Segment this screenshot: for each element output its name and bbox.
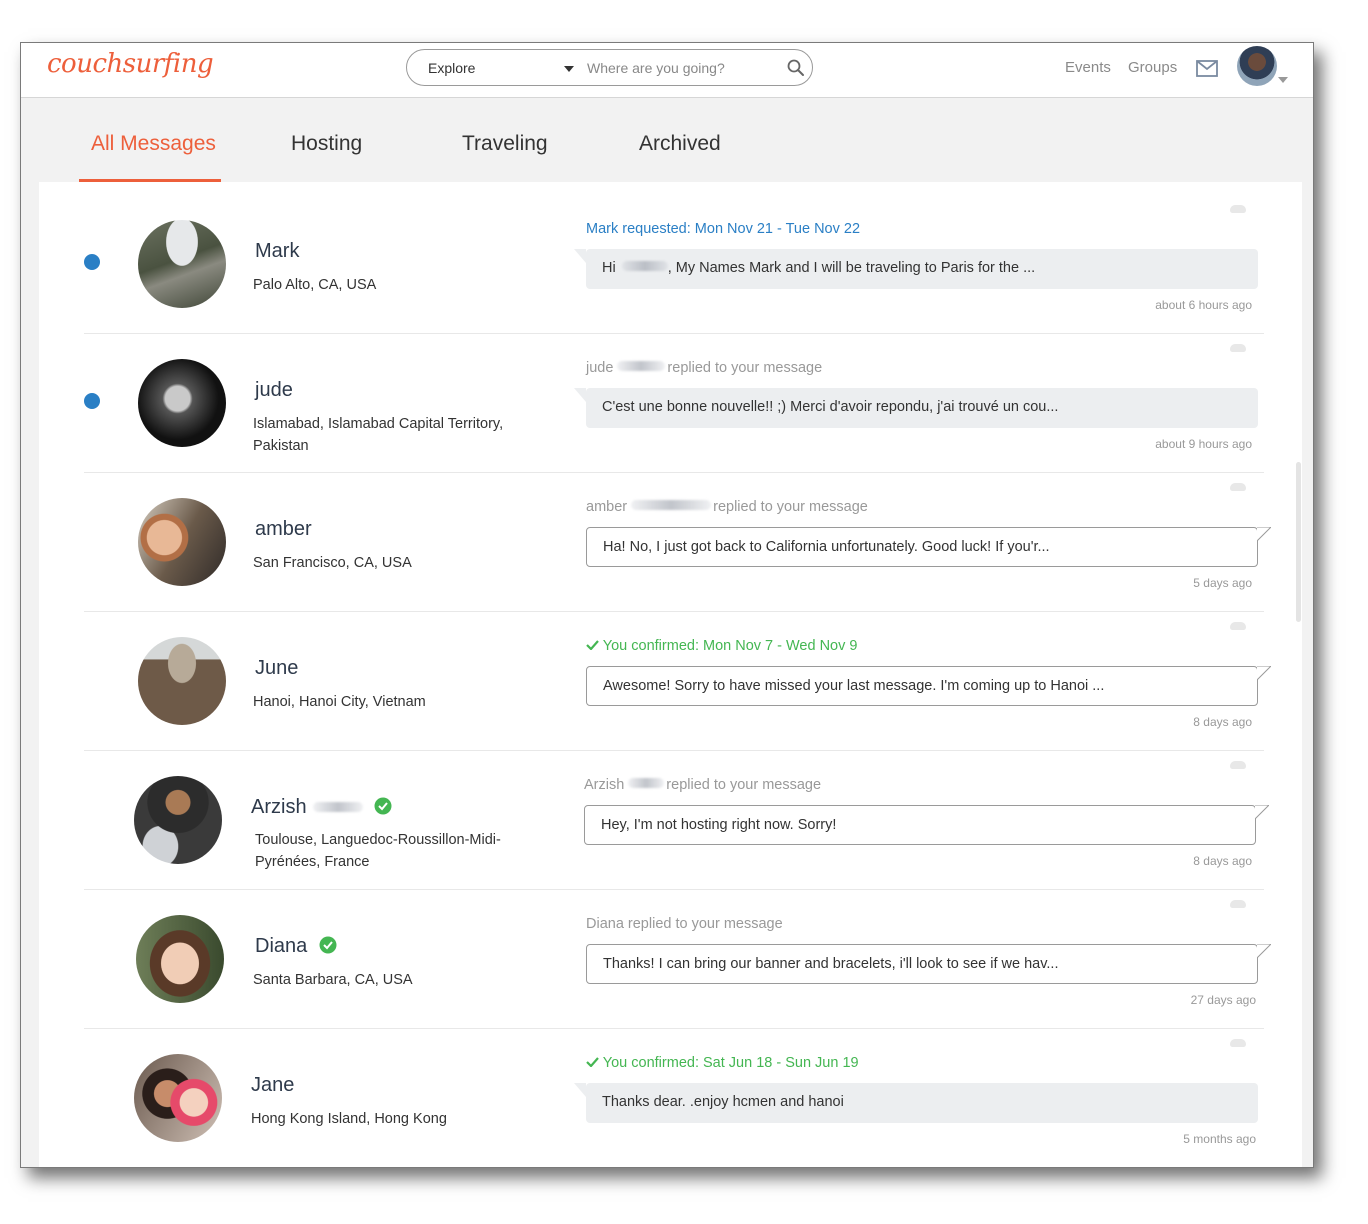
message-row[interactable]: Mark Palo Alto, CA, USA Mark requested: … — [84, 195, 1264, 334]
message-row[interactable]: jude Islamabad, Islamabad Capital Territ… — [84, 334, 1264, 473]
verified-badge-icon — [319, 936, 337, 954]
cloud-icon — [1230, 483, 1246, 491]
cloud-icon — [1230, 344, 1246, 352]
nav-groups-link[interactable]: Groups — [1128, 59, 1177, 76]
message-preview[interactable]: Thanks dear. .enjoy hcmen and hanoi — [574, 1083, 1258, 1123]
message-preview[interactable]: C'est une bonne nouvelle!! ;) Merci d'av… — [574, 388, 1258, 428]
redacted-name — [621, 261, 668, 271]
sender-location: Palo Alto, CA, USA — [253, 277, 377, 293]
sender-name[interactable]: Diana — [255, 935, 337, 958]
timestamp: about 9 hours ago — [1155, 437, 1252, 451]
search-bar: Explore — [406, 49, 813, 86]
avatar[interactable] — [138, 359, 226, 447]
timestamp: 27 days ago — [1190, 993, 1256, 1007]
nav-events-link[interactable]: Events — [1065, 59, 1111, 76]
message-status: amber replied to your message — [586, 499, 868, 515]
cloud-icon — [1230, 205, 1246, 213]
mail-icon[interactable] — [1196, 60, 1218, 82]
message-status: Diana replied to your message — [586, 916, 783, 932]
sender-location: Santa Barbara, CA, USA — [253, 972, 413, 988]
search-icon[interactable] — [787, 59, 805, 82]
sender-location: Toulouse, Languedoc-Roussillon-Midi-Pyré… — [255, 832, 501, 870]
top-nav-bar: couchsurfing Explore Events Groups — [21, 43, 1313, 98]
sender-location: San Francisco, CA, USA — [253, 555, 412, 571]
avatar[interactable] — [136, 915, 224, 1003]
checkmark-icon — [586, 1057, 599, 1068]
user-avatar[interactable] — [1237, 46, 1277, 86]
sender-location: Hong Kong Island, Hong Kong — [251, 1111, 447, 1127]
scrollbar[interactable] — [1296, 462, 1301, 622]
avatar[interactable] — [138, 220, 226, 308]
avatar[interactable] — [138, 498, 226, 586]
message-status: Mark requested: Mon Nov 21 - Tue Nov 22 — [586, 221, 861, 237]
avatar[interactable] — [134, 776, 222, 864]
message-status: You confirmed: Sat Jun 18 - Sun Jun 19 — [586, 1055, 859, 1071]
caret-down-icon[interactable] — [564, 66, 574, 72]
sender-location: Islamabad, Islamabad Capital Territory, … — [253, 416, 504, 454]
sender-name[interactable]: Mark — [255, 240, 299, 263]
explore-dropdown[interactable]: Explore — [428, 60, 475, 76]
sender-location: Hanoi, Hanoi City, Vietnam — [253, 694, 426, 710]
sender-name[interactable]: Arzish — [251, 796, 392, 819]
timestamp: 8 days ago — [1193, 854, 1252, 868]
cloud-icon — [1230, 622, 1246, 630]
redacted-name — [631, 500, 712, 510]
verified-badge-icon — [374, 797, 392, 815]
redacted-name — [628, 778, 665, 788]
message-row[interactable]: June Hanoi, Hanoi City, Vietnam You conf… — [84, 612, 1271, 751]
sender-name[interactable]: June — [255, 657, 298, 680]
redacted-name — [617, 361, 666, 371]
tab-hosting[interactable]: Hosting — [291, 132, 362, 156]
message-row[interactable]: Jane Hong Kong Island, Hong Kong You con… — [84, 1029, 1264, 1167]
message-list: Mark Palo Alto, CA, USA Mark requested: … — [39, 182, 1302, 1167]
message-preview[interactable]: Awesome! Sorry to have missed your last … — [586, 666, 1271, 706]
avatar[interactable] — [134, 1054, 222, 1142]
unread-indicator — [84, 393, 100, 409]
message-preview[interactable]: Hey, I'm not hosting right now. Sorry! — [584, 805, 1269, 845]
message-row[interactable]: amber San Francisco, CA, USA amber replie… — [84, 473, 1271, 612]
timestamp: 5 months ago — [1183, 1132, 1256, 1146]
cloud-icon — [1230, 761, 1246, 769]
timestamp: 8 days ago — [1193, 715, 1252, 729]
couchsurfing-logo[interactable]: couchsurfing — [47, 49, 214, 79]
checkmark-icon — [586, 640, 599, 651]
message-tabs: All Messages Hosting Traveling Archived — [39, 109, 1302, 182]
message-status: You confirmed: Mon Nov 7 - Wed Nov 9 — [586, 638, 857, 654]
tab-archived[interactable]: Archived — [639, 132, 721, 156]
message-status: Arzish replied to your message — [584, 777, 822, 793]
app-window: couchsurfing Explore Events Groups All M… — [20, 42, 1314, 1168]
destination-search-input[interactable] — [587, 58, 782, 78]
message-preview[interactable]: Hi, My Names Mark and I will be travelin… — [574, 249, 1258, 289]
tab-traveling[interactable]: Traveling — [462, 132, 548, 156]
message-row[interactable]: Diana Santa Barbara, CA, USA Diana repli… — [84, 890, 1271, 1029]
message-preview[interactable]: Ha! No, I just got back to California un… — [586, 527, 1271, 567]
message-row[interactable]: Arzish Toulouse, Languedoc-Roussillon-Mi… — [84, 751, 1269, 890]
caret-down-icon[interactable] — [1278, 77, 1288, 83]
message-status: jude replied to your message — [586, 360, 823, 376]
unread-indicator — [84, 254, 100, 270]
redacted-name — [312, 802, 363, 812]
cloud-icon — [1230, 900, 1246, 908]
sender-name[interactable]: Jane — [251, 1074, 294, 1097]
timestamp: 5 days ago — [1193, 576, 1252, 590]
cloud-icon — [1230, 1039, 1246, 1047]
sender-name[interactable]: amber — [255, 518, 312, 541]
sender-name[interactable]: jude — [255, 379, 293, 402]
tab-all-messages[interactable]: All Messages — [91, 132, 216, 156]
avatar[interactable] — [138, 637, 226, 725]
timestamp: about 6 hours ago — [1155, 298, 1252, 312]
message-preview[interactable]: Thanks! I can bring our banner and brace… — [586, 944, 1271, 984]
